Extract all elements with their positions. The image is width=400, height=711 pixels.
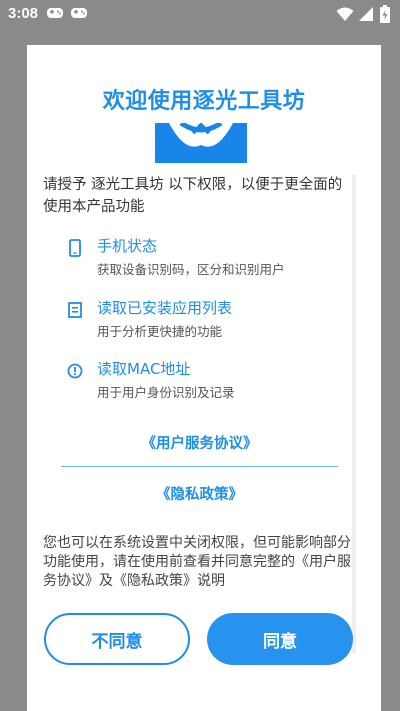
status-bar: 3:08 — [0, 0, 400, 28]
signal-icon — [359, 7, 373, 21]
dialog-title: 欢迎使用逐光工具坊 — [102, 89, 306, 114]
gamepad-icon — [71, 8, 87, 18]
permission-title: 手机状态 — [97, 237, 158, 255]
phone-icon — [69, 239, 81, 257]
permission-footnote: 您也可以在系统设置中关闭权限，但可能影响部分功能使用，请在使用前查看并同意完整的… — [43, 535, 351, 589]
permission-intro: 请授予 逐光工具坊 以下权限，以便于更全面的使用本产品功能 — [43, 177, 343, 215]
permission-dialog: 欢迎使用逐光工具坊 请授予 逐光工具坊 以下权限，以便于更全面的使用本产品功能 … — [27, 45, 381, 711]
app-logo — [155, 123, 247, 163]
permission-desc: 用于用户身份识别及记录 — [97, 385, 235, 400]
permission-desc: 用于分析更快捷的功能 — [97, 324, 223, 339]
status-time: 3:08 — [8, 5, 39, 22]
gamepad-icon — [47, 8, 63, 18]
agree-button[interactable]: 同意 — [207, 613, 353, 665]
permission-desc: 获取设备识别码，区分和识别用户 — [97, 262, 285, 277]
privacy-policy-link[interactable]: 《隐私政策》 — [61, 483, 338, 504]
user-agreement-link[interactable]: 《用户服务协议》 — [61, 432, 338, 453]
divider — [61, 466, 338, 467]
list-icon — [68, 302, 82, 318]
battery-icon — [380, 5, 390, 23]
decline-button[interactable]: 不同意 — [44, 613, 190, 665]
wifi-icon — [336, 7, 354, 21]
permission-title: 读取已安装应用列表 — [97, 299, 233, 317]
permission-title: 读取MAC地址 — [97, 360, 191, 378]
info-icon — [67, 363, 83, 379]
